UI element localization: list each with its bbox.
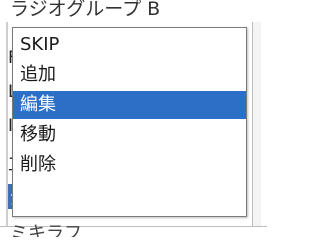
screen: ラジオグループ B F L I 工 が ミキラフ SKIP 追加 編集 移動 削… [0,0,267,237]
list-title: ラジオグループ B [10,0,161,20]
menu-item-edit[interactable]: 編集 [13,91,246,119]
menu-item-delete[interactable]: 削除 [13,151,246,179]
context-menu: SKIP 追加 編集 移動 削除 [12,27,247,217]
list-bottom-text: ミキラフ [10,223,82,237]
menu-item-skip[interactable]: SKIP [13,31,246,59]
menu-item-move[interactable]: 移動 [13,121,246,149]
list-scrollbar[interactable] [252,22,261,227]
menu-item-add[interactable]: 追加 [13,61,246,89]
